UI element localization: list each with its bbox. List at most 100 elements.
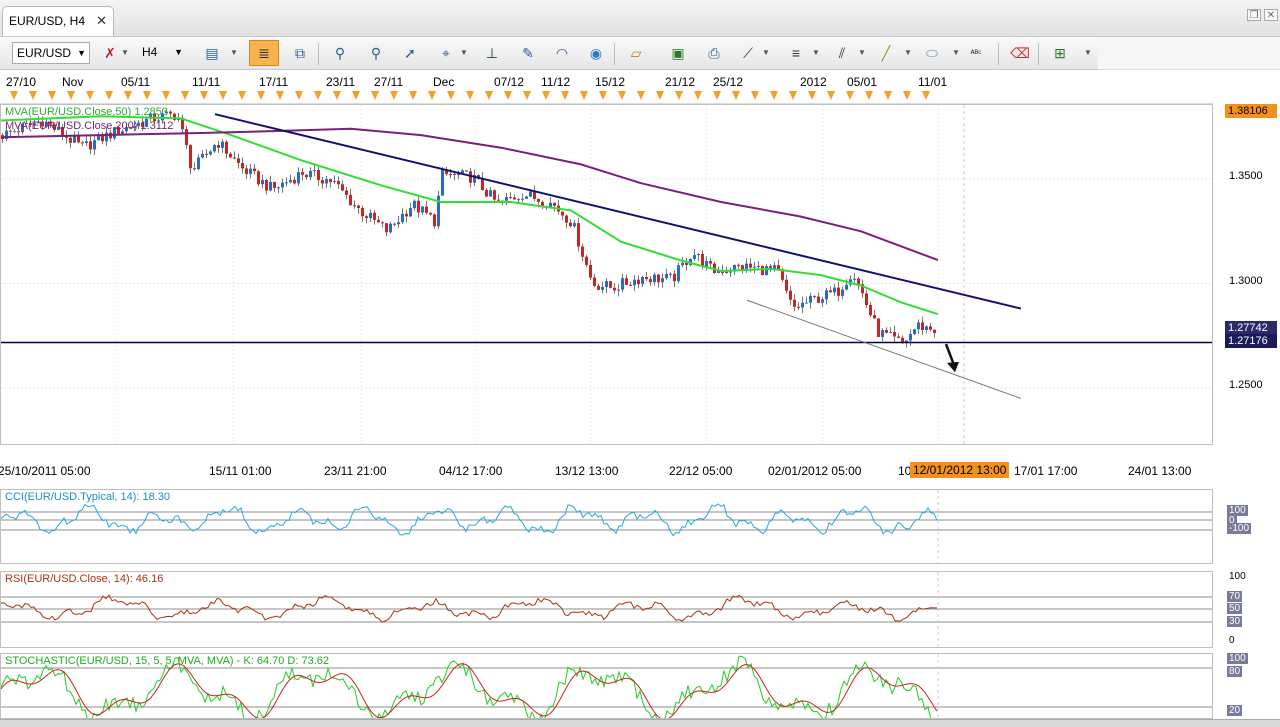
image-icon[interactable]: ▣ bbox=[668, 43, 688, 63]
event-marker-icon[interactable] bbox=[162, 91, 170, 100]
event-marker-icon[interactable] bbox=[238, 91, 246, 100]
event-marker-icon[interactable] bbox=[466, 91, 474, 100]
time-axis[interactable]: 25/10/2011 05:00 15/11 01:00 23/11 21:00 04… bbox=[0, 460, 1280, 482]
fit-icon[interactable]: ⊥ bbox=[482, 43, 502, 63]
pen-icon[interactable]: ╱ bbox=[876, 43, 896, 63]
chevron-down-icon[interactable]: ▼ bbox=[460, 43, 468, 63]
cci-canvas[interactable] bbox=[1, 490, 1213, 564]
layers-icon[interactable]: ⊞ bbox=[1050, 43, 1070, 63]
chevron-down-icon[interactable]: ▼ bbox=[762, 43, 770, 63]
chart-tab[interactable]: EUR/USD, H4 ✕ bbox=[2, 6, 114, 36]
date-strip[interactable]: 27/10 Nov 05/11 11/11 17/11 23/11 27/11 Dec 07/1… bbox=[0, 71, 1213, 104]
event-marker-icon[interactable] bbox=[903, 91, 911, 100]
event-marker-icon[interactable] bbox=[428, 91, 436, 100]
eraser-icon[interactable]: ⌫ bbox=[1010, 43, 1030, 63]
event-marker-icon[interactable] bbox=[637, 91, 645, 100]
event-marker-icon[interactable] bbox=[599, 91, 607, 100]
zoom-in-icon[interactable]: ⚲ bbox=[330, 43, 350, 63]
event-marker-icon[interactable] bbox=[732, 91, 740, 100]
chart-type-icon[interactable]: ▤ bbox=[202, 43, 222, 63]
event-marker-icon[interactable] bbox=[390, 91, 398, 100]
timeframe-select[interactable]: H4 ▼ bbox=[138, 42, 186, 64]
cursor-icon[interactable]: ➚ bbox=[400, 43, 420, 63]
event-marker-icon[interactable] bbox=[219, 91, 227, 100]
chevron-down-icon[interactable]: ▼ bbox=[952, 43, 960, 63]
event-marker-icon[interactable] bbox=[561, 91, 569, 100]
ellipse-icon[interactable]: ⬭ bbox=[922, 43, 942, 63]
text-icon[interactable]: ᴬᴮᶜ bbox=[966, 43, 986, 63]
globe-icon[interactable]: ◉ bbox=[586, 43, 606, 63]
indicator-icon[interactable]: ✎ bbox=[518, 43, 538, 63]
event-marker-icon[interactable] bbox=[124, 91, 132, 100]
event-marker-icon[interactable] bbox=[675, 91, 683, 100]
price-tick: 1.3000 bbox=[1229, 275, 1263, 287]
event-marker-icon[interactable] bbox=[447, 91, 455, 100]
event-marker-icon[interactable] bbox=[105, 91, 113, 100]
event-marker-icon[interactable] bbox=[371, 91, 379, 100]
price-axis[interactable]: 1.38106 1.3500 1.3000 1.2500 1.27742 1.2… bbox=[1213, 104, 1280, 460]
event-marker-icon[interactable] bbox=[846, 91, 854, 100]
event-marker-icon[interactable] bbox=[865, 91, 873, 100]
event-marker-icon[interactable] bbox=[808, 91, 816, 100]
event-marker-icon[interactable] bbox=[409, 91, 417, 100]
event-marker-icon[interactable] bbox=[86, 91, 94, 100]
event-marker-icon[interactable] bbox=[751, 91, 759, 100]
event-marker-icon[interactable] bbox=[580, 91, 588, 100]
event-marker-icon[interactable] bbox=[542, 91, 550, 100]
event-marker-icon[interactable] bbox=[922, 91, 930, 100]
print-icon[interactable]: ⎙ bbox=[704, 43, 724, 63]
event-marker-icon[interactable] bbox=[789, 91, 797, 100]
chevron-down-icon[interactable]: ▼ bbox=[1084, 43, 1092, 63]
price-chart-canvas[interactable] bbox=[1, 105, 1213, 445]
chevron-down-icon[interactable]: ▼ bbox=[121, 43, 129, 63]
event-marker-icon[interactable] bbox=[295, 91, 303, 100]
zoom-out-icon[interactable]: ⚲ bbox=[366, 43, 386, 63]
overlay-icon[interactable]: ⧉ bbox=[290, 43, 310, 63]
event-marker-icon[interactable] bbox=[884, 91, 892, 100]
event-marker-icon[interactable] bbox=[618, 91, 626, 100]
event-marker-icon[interactable] bbox=[67, 91, 75, 100]
event-marker-icon[interactable] bbox=[485, 91, 493, 100]
event-marker-icon[interactable] bbox=[352, 91, 360, 100]
channel-icon[interactable]: ⫽ bbox=[832, 43, 852, 63]
event-marker-icon[interactable] bbox=[276, 91, 284, 100]
chevron-down-icon[interactable]: ▼ bbox=[230, 43, 238, 63]
event-marker-icon[interactable] bbox=[29, 91, 37, 100]
price-chart[interactable]: MVA(EUR/USD.Close,50) 1.2853 MVA(EUR/USD… bbox=[0, 104, 1213, 445]
event-marker-icon[interactable] bbox=[656, 91, 664, 100]
event-marker-icon[interactable] bbox=[713, 91, 721, 100]
ruler-icon[interactable]: ▱ bbox=[626, 43, 646, 63]
event-marker-icon[interactable] bbox=[523, 91, 531, 100]
close-icon[interactable]: ✕ bbox=[96, 7, 107, 35]
symbol-select[interactable]: EUR/USD ▼ bbox=[12, 42, 90, 64]
event-marker-icon[interactable] bbox=[181, 91, 189, 100]
event-marker-icon[interactable] bbox=[257, 91, 265, 100]
event-marker-icon[interactable] bbox=[504, 91, 512, 100]
event-marker-icon[interactable] bbox=[314, 91, 322, 100]
event-marker-icon[interactable] bbox=[694, 91, 702, 100]
chevron-down-icon[interactable]: ▼ bbox=[812, 43, 820, 63]
fibonacci-icon[interactable]: ≡ bbox=[786, 43, 806, 63]
close-window-icon[interactable]: ✕ bbox=[1264, 9, 1278, 21]
event-marker-icon[interactable] bbox=[10, 91, 18, 100]
price-alert-icon[interactable]: ✗ bbox=[100, 43, 120, 63]
event-marker-icon[interactable] bbox=[143, 91, 151, 100]
chevron-down-icon[interactable]: ▼ bbox=[904, 43, 912, 63]
chevron-down-icon[interactable]: ▼ bbox=[858, 43, 866, 63]
signal-icon[interactable]: ◠ bbox=[552, 43, 572, 63]
crosshair-icon[interactable]: ⌖ bbox=[436, 43, 456, 63]
high-price-badge: 1.38106 bbox=[1225, 104, 1277, 118]
candles-icon[interactable]: ≣ bbox=[249, 40, 279, 66]
line-tool-icon[interactable]: ⟋ bbox=[738, 43, 758, 63]
rsi-pane[interactable]: RSI(EUR/USD.Close, 14): 46.16 bbox=[0, 571, 1213, 648]
event-marker-icon[interactable] bbox=[200, 91, 208, 100]
restore-icon[interactable]: ❐ bbox=[1247, 9, 1261, 21]
stochastic-pane[interactable]: STOCHASTIC(EUR/USD, 15, 5, 5, MVA, MVA) … bbox=[0, 653, 1213, 719]
rsi-canvas[interactable] bbox=[1, 572, 1213, 648]
event-marker-icon[interactable] bbox=[770, 91, 778, 100]
cci-pane[interactable]: CCI(EUR/USD.Typical, 14): 18.30 bbox=[0, 489, 1213, 564]
event-marker-icon[interactable] bbox=[48, 91, 56, 100]
forecast-arrow bbox=[944, 343, 956, 366]
event-marker-icon[interactable] bbox=[333, 91, 341, 100]
event-marker-icon[interactable] bbox=[827, 91, 835, 100]
